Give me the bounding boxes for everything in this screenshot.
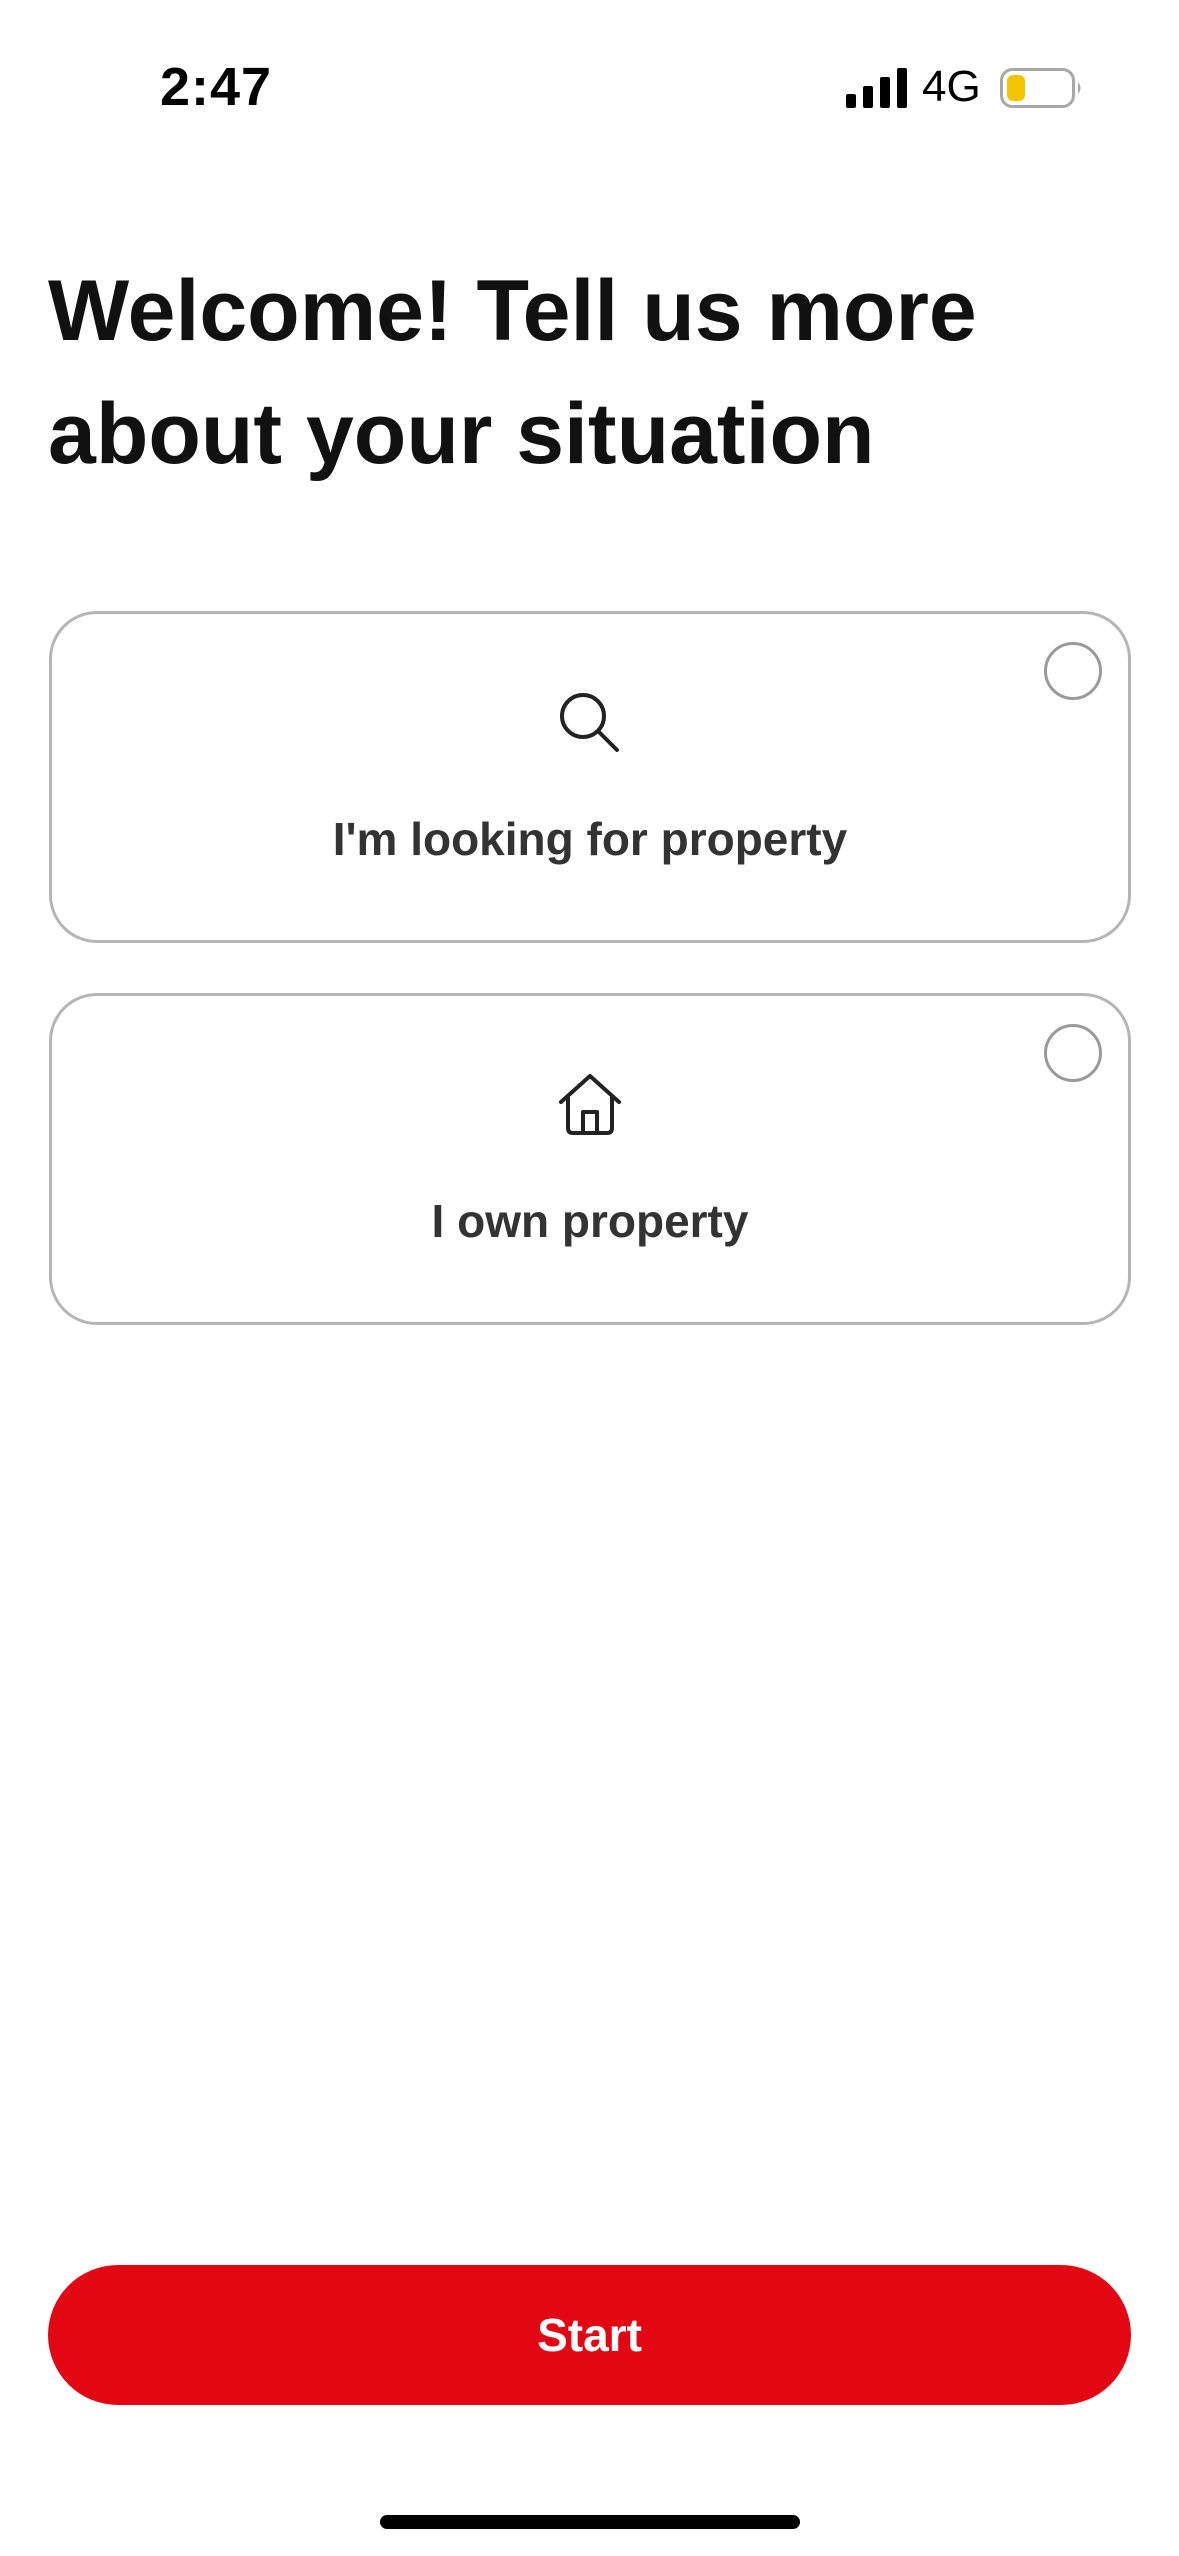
option-label: I'm looking for property: [332, 813, 848, 865]
option-label: I own property: [431, 1195, 749, 1247]
search-icon: [560, 693, 619, 752]
battery-icon: [1000, 68, 1081, 108]
option-own-property[interactable]: I own property: [49, 993, 1131, 1325]
start-button[interactable]: Start: [48, 2265, 1131, 2405]
status-time: 2:47: [160, 57, 273, 117]
radio-button[interactable]: [1044, 1024, 1102, 1082]
page-title: Welcome! Tell us more about your situati…: [48, 263, 977, 482]
screen: 2:47 4G Welcome! Tell us more about your…: [0, 0, 1179, 2556]
option-looking-for-property[interactable]: I'm looking for property: [49, 611, 1131, 943]
network-label: 4G: [922, 62, 981, 111]
home-indicator[interactable]: [380, 2515, 800, 2529]
house-icon: [559, 1074, 621, 1135]
radio-button[interactable]: [1044, 642, 1102, 700]
signal-icon: [846, 68, 907, 108]
